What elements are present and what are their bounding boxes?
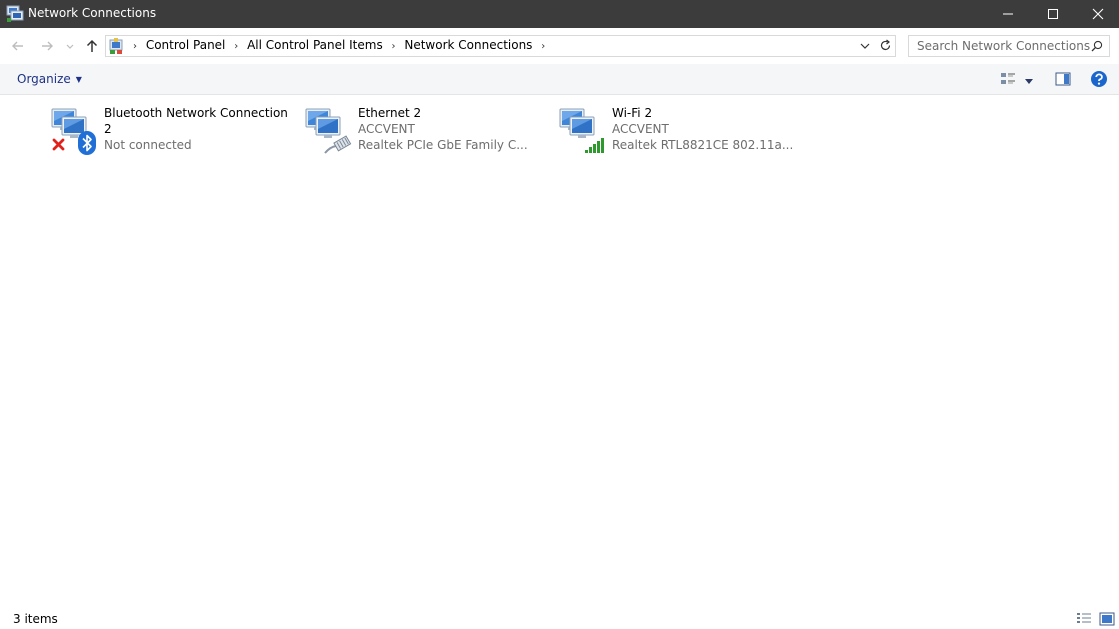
connection-adapter: Realtek RTL8821CE 802.11a... xyxy=(612,138,794,152)
connection-item-ethernet[interactable]: Ethernet 2 ACCVENT Realtek PCIe GbE Fami… xyxy=(304,103,544,159)
connection-adapter: Realtek PCIe GbE Family C... xyxy=(358,138,528,152)
search-input[interactable] xyxy=(909,36,1092,56)
disconnected-x-icon xyxy=(52,138,65,151)
forward-button[interactable] xyxy=(38,37,56,55)
connection-item-wifi[interactable]: Wi-Fi 2 ACCVENT Realtek RTL8821CE 802.11… xyxy=(558,103,798,159)
details-view-icon xyxy=(1077,613,1091,623)
preview-pane-icon xyxy=(1055,72,1071,86)
arrow-up-icon xyxy=(86,39,98,52)
connections-list: Bluetooth Network Connection 2 Not conne… xyxy=(0,95,1119,600)
bluetooth-icon xyxy=(78,131,96,155)
breadcrumb-separator-icon[interactable]: › xyxy=(536,41,550,52)
connection-name: Ethernet 2 xyxy=(358,106,422,120)
chevron-down-icon xyxy=(66,44,74,49)
help-button[interactable] xyxy=(1090,70,1108,91)
refresh-button[interactable] xyxy=(876,35,896,57)
connection-status: Not connected xyxy=(104,138,192,152)
breadcrumb-separator-icon[interactable]: › xyxy=(387,41,401,52)
organize-label: Organize xyxy=(17,72,71,86)
preview-pane-button[interactable] xyxy=(1055,71,1071,90)
window-title: Network Connections xyxy=(28,6,157,20)
recent-locations-button[interactable] xyxy=(64,37,76,55)
connection-text: Bluetooth Network Connection 2 Not conne… xyxy=(104,105,289,153)
chevron-down-icon xyxy=(860,43,870,49)
ethernet-cable-icon xyxy=(324,135,352,154)
command-bar: Organize ▼ xyxy=(0,64,1119,95)
organize-button[interactable]: Organize ▼ xyxy=(10,70,89,88)
help-question-icon xyxy=(1091,71,1107,87)
control-panel-icon xyxy=(109,37,127,55)
breadcrumb-control-panel[interactable]: Control Panel xyxy=(146,38,226,52)
close-icon xyxy=(1092,8,1104,20)
connection-network: ACCVENT xyxy=(612,122,669,136)
minimize-button[interactable] xyxy=(985,0,1031,28)
details-view-button[interactable] xyxy=(1076,612,1092,629)
connection-network: ACCVENT xyxy=(358,122,415,136)
back-button[interactable] xyxy=(9,37,27,55)
connection-name: Wi-Fi 2 xyxy=(612,106,653,120)
network-connections-app-icon[interactable] xyxy=(6,5,24,23)
breadcrumb: › Control Panel › All Control Panel Item… xyxy=(128,38,550,52)
maximize-icon xyxy=(1048,9,1058,19)
change-view-button[interactable] xyxy=(1000,71,1016,90)
view-options-dropdown[interactable] xyxy=(1024,75,1034,89)
address-bar[interactable]: › Control Panel › All Control Panel Item… xyxy=(105,35,877,57)
title-bar: Network Connections xyxy=(0,0,1119,28)
caret-down-icon xyxy=(1025,79,1033,84)
wifi-signal-bars-icon xyxy=(585,138,604,153)
status-bar: 3 items xyxy=(0,608,1119,629)
breadcrumb-network-connections[interactable]: Network Connections xyxy=(404,38,532,52)
maximize-button[interactable] xyxy=(1030,0,1076,28)
item-count: 3 items xyxy=(13,612,58,626)
refresh-icon xyxy=(880,39,891,51)
tiles-view-icon xyxy=(1001,73,1015,84)
close-button[interactable] xyxy=(1075,0,1119,28)
arrow-left-icon xyxy=(12,41,23,51)
minimize-icon xyxy=(1003,13,1013,15)
breadcrumb-separator-icon[interactable]: › xyxy=(229,41,243,52)
breadcrumb-all-control-panel-items[interactable]: All Control Panel Items xyxy=(247,38,383,52)
connection-name: Bluetooth Network Connection 2 xyxy=(104,106,288,136)
address-row: › Control Panel › All Control Panel Item… xyxy=(0,28,1119,64)
connection-text: Wi-Fi 2 ACCVENT Realtek RTL8821CE 802.11… xyxy=(612,105,797,153)
large-icons-view-icon xyxy=(1099,612,1115,626)
address-history-dropdown[interactable] xyxy=(858,40,872,52)
connection-text: Ethernet 2 ACCVENT Realtek PCIe GbE Fami… xyxy=(358,105,543,153)
connection-item-bluetooth[interactable]: Bluetooth Network Connection 2 Not conne… xyxy=(50,103,290,159)
up-button[interactable] xyxy=(83,37,101,55)
search-icon[interactable] xyxy=(1091,40,1103,52)
large-icons-view-button[interactable] xyxy=(1099,612,1115,629)
caret-down-icon: ▼ xyxy=(75,75,82,84)
search-box[interactable] xyxy=(908,35,1110,57)
arrow-right-icon xyxy=(42,41,53,51)
breadcrumb-separator-icon[interactable]: › xyxy=(128,41,142,52)
